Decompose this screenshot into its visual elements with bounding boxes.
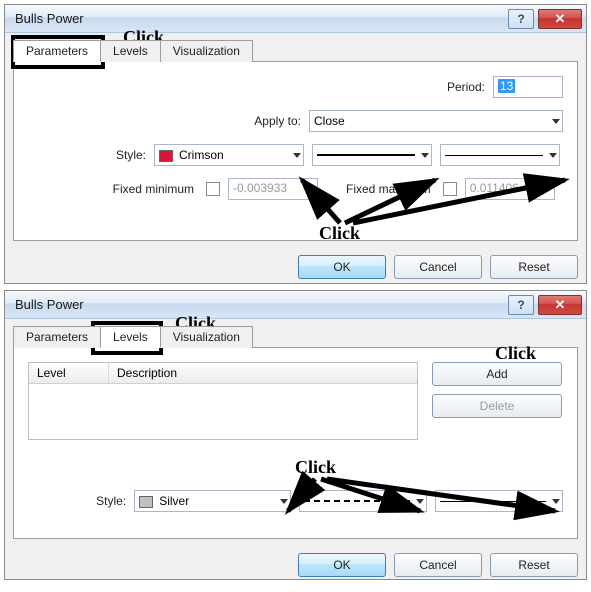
tab-panel: Period: 13 Apply to: Close Style: Crimso… [13, 61, 578, 241]
color-swatch-icon [159, 150, 173, 162]
help-button[interactable]: ? [508, 295, 534, 315]
titlebar: Bulls Power ? ✕ [5, 291, 586, 319]
chevron-down-icon [421, 153, 429, 158]
levels-table[interactable]: Level Description [28, 362, 418, 440]
dialog-parameters: Bulls Power ? ✕ Parameters Levels Visual… [4, 4, 587, 284]
line-width-icon [440, 501, 546, 502]
style-color-name: Silver [159, 494, 189, 508]
apply-to-value: Close [314, 114, 345, 128]
col-level: Level [29, 363, 109, 383]
fixed-min-input[interactable]: -0.003933 [228, 178, 318, 200]
period-label: Period: [447, 80, 485, 94]
table-header: Level Description [29, 363, 417, 384]
tab-levels[interactable]: Levels [100, 326, 161, 348]
style-color-name: Crimson [179, 148, 224, 162]
close-icon: ✕ [555, 297, 566, 313]
style-label: Style: [28, 494, 126, 508]
style-color-select[interactable]: Silver [134, 490, 291, 512]
fixed-min-checkbox[interactable] [206, 182, 220, 196]
chevron-down-icon [293, 153, 301, 158]
tab-visualization[interactable]: Visualization [160, 326, 253, 348]
window-title: Bulls Power [15, 11, 504, 26]
style-label: Style: [28, 148, 146, 162]
line-style-icon [304, 500, 410, 502]
style-line-select[interactable] [299, 490, 427, 512]
button-row: OK Cancel Reset [5, 547, 586, 587]
dialog-levels: Bulls Power ? ✕ Parameters Levels Visual… [4, 290, 587, 580]
tab-visualization[interactable]: Visualization [160, 40, 253, 62]
style-width-select[interactable] [435, 490, 563, 512]
line-style-icon [317, 154, 415, 156]
button-row: OK Cancel Reset [5, 249, 586, 289]
reset-button[interactable]: Reset [490, 553, 578, 577]
tab-panel: Level Description Add Delete Style: Silv… [13, 347, 578, 539]
ok-button[interactable]: OK [298, 255, 386, 279]
chevron-down-icon [552, 119, 560, 124]
col-description: Description [109, 363, 417, 383]
reset-button[interactable]: Reset [490, 255, 578, 279]
tab-bar: Parameters Levels Visualization [13, 39, 586, 61]
tab-parameters[interactable]: Parameters [13, 40, 101, 62]
side-buttons: Add Delete [432, 362, 562, 440]
delete-button[interactable]: Delete [432, 394, 562, 418]
fixed-max-checkbox[interactable] [443, 182, 457, 196]
line-width-icon [445, 155, 543, 156]
fixed-max-input[interactable]: 0.011406 [465, 178, 555, 200]
cancel-button[interactable]: Cancel [394, 255, 482, 279]
help-button[interactable]: ? [508, 9, 534, 29]
close-button[interactable]: ✕ [538, 295, 582, 315]
apply-to-select[interactable]: Close [309, 110, 563, 132]
style-line-select[interactable] [312, 144, 432, 166]
fixed-max-label: Fixed maximum [346, 182, 431, 196]
tab-bar: Parameters Levels Visualization [13, 325, 586, 347]
tab-levels[interactable]: Levels [100, 40, 161, 62]
period-value: 13 [498, 79, 515, 93]
period-input[interactable]: 13 [493, 76, 563, 98]
style-width-select[interactable] [440, 144, 560, 166]
chevron-down-icon [280, 499, 288, 504]
cancel-button[interactable]: Cancel [394, 553, 482, 577]
close-icon: ✕ [555, 11, 566, 27]
chevron-down-icon [416, 499, 424, 504]
close-button[interactable]: ✕ [538, 9, 582, 29]
titlebar: Bulls Power ? ✕ [5, 5, 586, 33]
style-color-select[interactable]: Crimson [154, 144, 304, 166]
add-button[interactable]: Add [432, 362, 562, 386]
chevron-down-icon [552, 499, 560, 504]
apply-to-label: Apply to: [254, 114, 301, 128]
ok-button[interactable]: OK [298, 553, 386, 577]
tab-parameters[interactable]: Parameters [13, 326, 101, 348]
fixed-min-label: Fixed minimum [28, 182, 194, 196]
chevron-down-icon [549, 153, 557, 158]
window-title: Bulls Power [15, 297, 504, 312]
color-swatch-icon [139, 496, 153, 508]
